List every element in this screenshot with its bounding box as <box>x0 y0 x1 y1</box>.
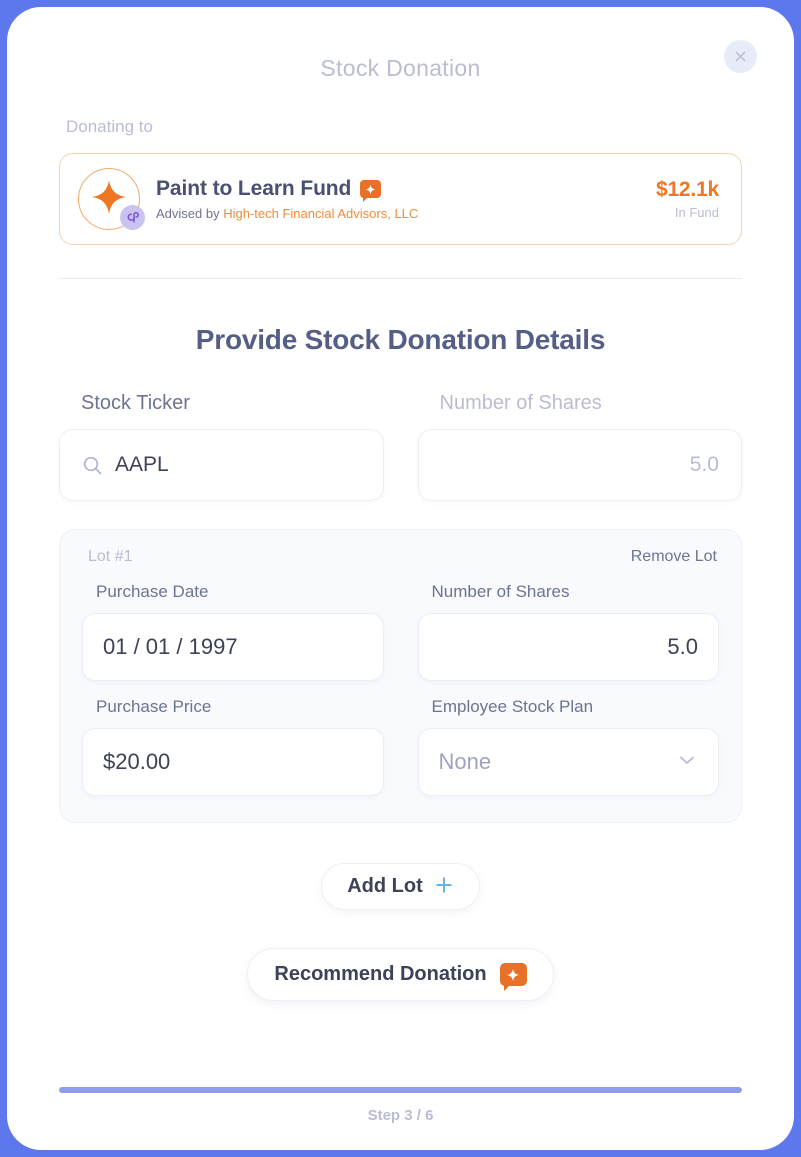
fund-card[interactable]: Paint to Learn Fund Advised by High-tech… <box>59 153 742 245</box>
employee-stock-plan-select[interactable]: None <box>418 728 720 796</box>
advised-by-text: Advised by <box>156 206 223 221</box>
stock-ticker-value: AAPL <box>115 453 169 477</box>
lot-header: Lot #1 Remove Lot <box>82 548 719 566</box>
modal-content: Donating to Pa <box>7 117 794 1001</box>
stock-fields-row: Stock Ticker AAPL Number of Shares 5.0 <box>59 392 742 501</box>
recommend-donation-button[interactable]: Recommend Donation <box>247 948 553 1001</box>
fund-info: Paint to Learn Fund Advised by High-tech… <box>156 177 656 221</box>
number-of-shares-placeholder: 5.0 <box>441 453 720 477</box>
add-lot-button[interactable]: Add Lot <box>321 863 480 910</box>
employee-stock-plan-value: None <box>439 749 492 775</box>
add-lot-label: Add Lot <box>347 875 423 898</box>
number-of-shares-input[interactable]: 5.0 <box>418 429 743 501</box>
purchase-date-value: 01 / 01 / 1997 <box>103 634 238 660</box>
fund-amount-block: $12.1k In Fund <box>656 178 719 220</box>
number-of-shares-field: Number of Shares 5.0 <box>418 392 743 501</box>
chevron-down-icon <box>676 749 698 776</box>
employee-stock-plan-label: Employee Stock Plan <box>418 697 720 717</box>
section-divider <box>59 278 742 279</box>
lot-number-of-shares-value: 5.0 <box>667 634 698 660</box>
purchase-date-field: Purchase Date 01 / 01 / 1997 <box>82 582 384 681</box>
stock-ticker-field: Stock Ticker AAPL <box>59 392 384 501</box>
remove-lot-button[interactable]: Remove Lot <box>631 548 717 566</box>
progress-track <box>59 1087 742 1093</box>
purchase-price-value: $20.00 <box>103 749 170 775</box>
recommend-donation-row: Recommend Donation <box>59 910 742 1001</box>
chat-sparkle-icon <box>500 963 527 986</box>
page-title: Stock Donation <box>7 55 794 82</box>
chat-sparkle-icon <box>360 180 381 198</box>
purple-infinity-badge-icon <box>120 205 145 230</box>
advisor-name: High-tech Financial Advisors, LLC <box>223 206 418 221</box>
progress-area: Step 3 / 6 <box>59 1087 742 1124</box>
close-button[interactable] <box>724 40 757 73</box>
lot-panel: Lot #1 Remove Lot Purchase Date 01 / 01 … <box>59 529 742 823</box>
fund-avatar <box>78 168 140 230</box>
section-heading: Provide Stock Donation Details <box>59 324 742 356</box>
fund-advisor-line: Advised by High-tech Financial Advisors,… <box>156 206 656 221</box>
modal-titlebar: Stock Donation <box>7 7 794 103</box>
number-of-shares-label: Number of Shares <box>418 392 743 415</box>
fund-amount-label: In Fund <box>656 205 719 220</box>
recommend-donation-label: Recommend Donation <box>274 963 486 986</box>
stock-ticker-label: Stock Ticker <box>59 392 384 415</box>
donating-to-label: Donating to <box>59 117 742 137</box>
add-lot-row: Add Lot <box>59 823 742 910</box>
lot-number-of-shares-field: Number of Shares 5.0 <box>418 582 720 681</box>
fund-name: Paint to Learn Fund <box>156 177 351 201</box>
stock-ticker-input[interactable]: AAPL <box>59 429 384 501</box>
purchase-price-input[interactable]: $20.00 <box>82 728 384 796</box>
lot-title: Lot #1 <box>88 548 132 566</box>
purchase-price-field: Purchase Price $20.00 <box>82 697 384 796</box>
lot-row-1: Purchase Date 01 / 01 / 1997 Number of S… <box>82 582 719 681</box>
lot-number-of-shares-input[interactable]: 5.0 <box>418 613 720 681</box>
fund-amount-value: $12.1k <box>656 178 719 202</box>
purchase-date-input[interactable]: 01 / 01 / 1997 <box>82 613 384 681</box>
close-icon <box>733 49 748 64</box>
lot-number-of-shares-label: Number of Shares <box>418 582 720 602</box>
step-label: Step 3 / 6 <box>59 1107 742 1124</box>
employee-stock-plan-field: Employee Stock Plan None <box>418 697 720 796</box>
fund-name-row: Paint to Learn Fund <box>156 177 656 201</box>
purchase-date-label: Purchase Date <box>82 582 384 602</box>
progress-fill <box>59 1087 742 1093</box>
plus-icon <box>434 875 454 898</box>
search-icon <box>82 455 103 476</box>
purchase-price-label: Purchase Price <box>82 697 384 717</box>
lot-row-2: Purchase Price $20.00 Employee Stock Pla… <box>82 697 719 796</box>
stock-donation-modal: Stock Donation Donating to <box>7 7 794 1150</box>
